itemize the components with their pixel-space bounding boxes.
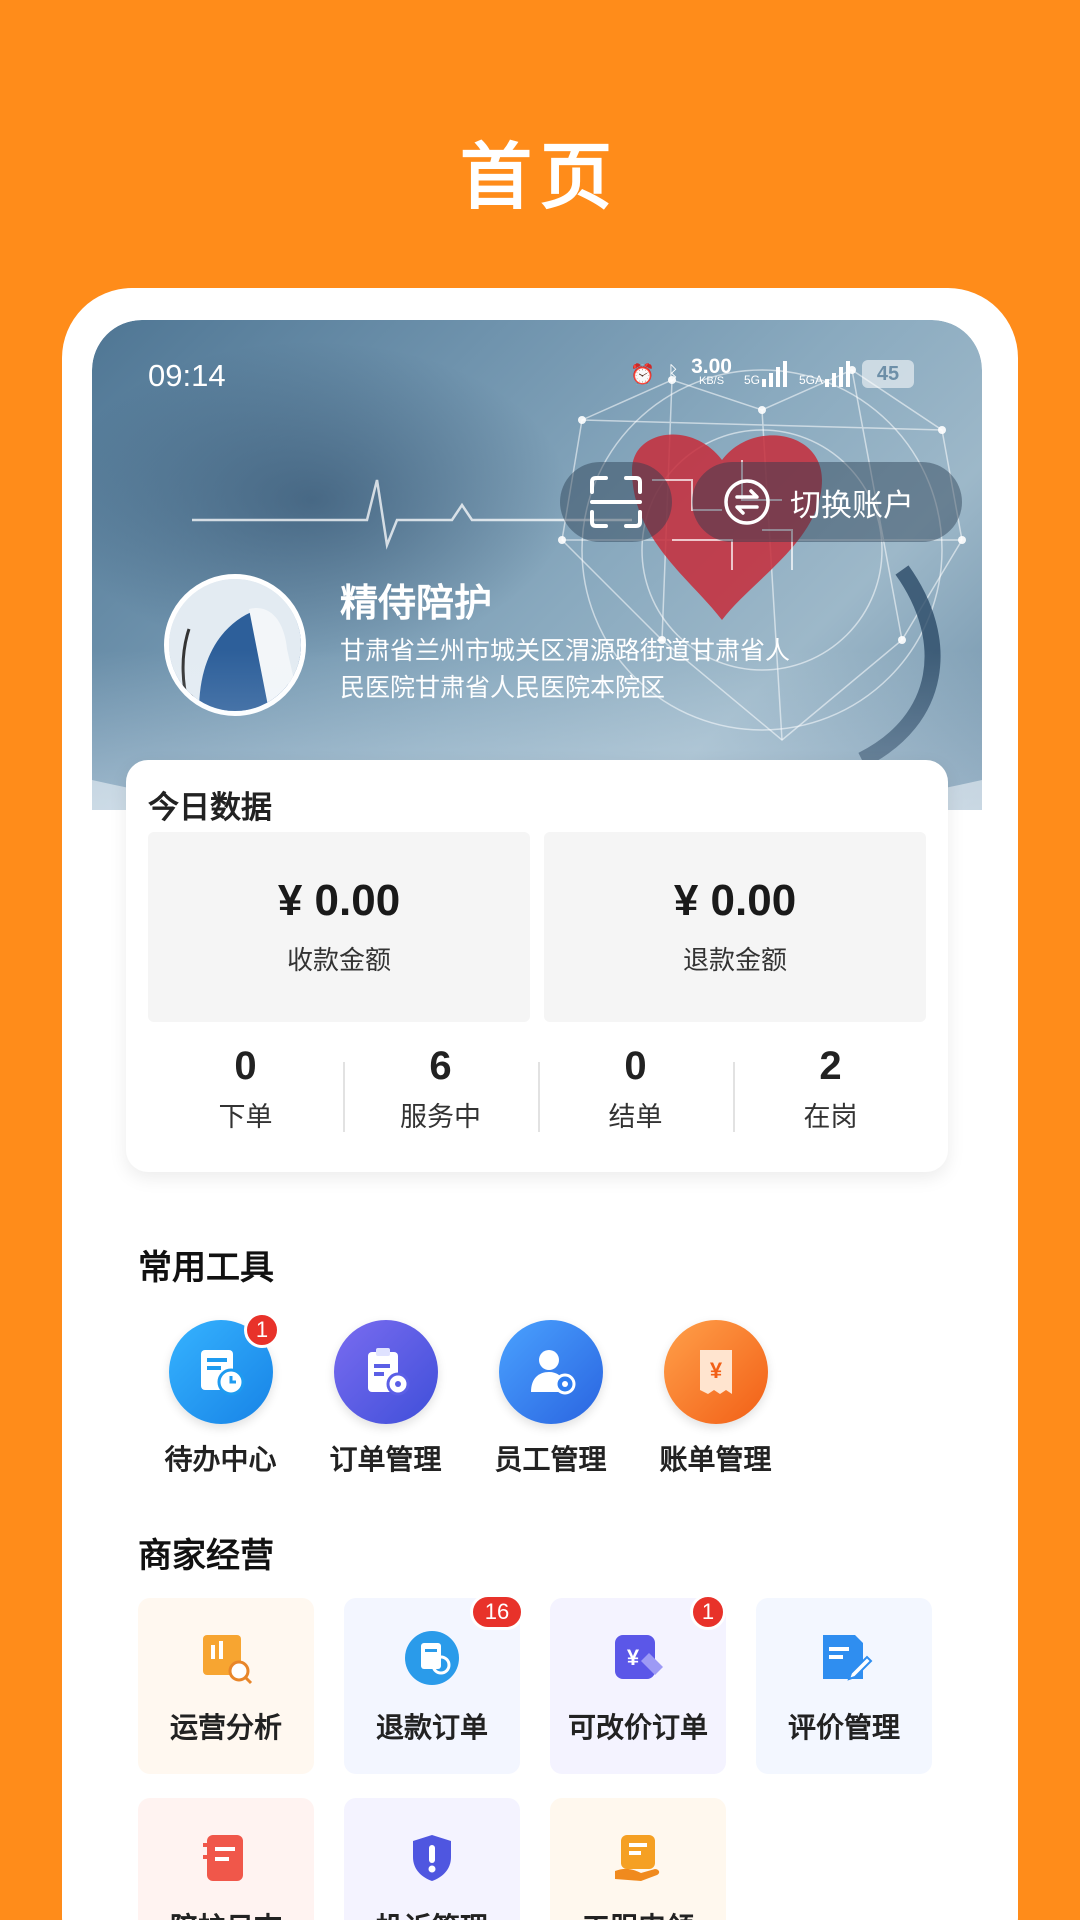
tool-label: 账单管理 [659,1443,772,1476]
stats-row: 0 下单 6 服务中 0 结单 2 在岗 [148,1044,928,1154]
analysis-icon [196,1628,256,1688]
switch-account-button[interactable]: 切换账户 [692,462,962,542]
hero-banner: 09:14 ⏰ ᛒ 3.00 KB/S 5G 5GA 45 切换账户 精侍陪护 … [92,320,982,810]
stat-label: 服务中 [400,1102,481,1133]
uniform-claim-icon [608,1828,668,1888]
received-label: 收款金额 [286,946,391,976]
stat-label: 在岗 [803,1102,858,1133]
page-title: 首页 [459,135,620,219]
scan-button[interactable] [560,462,672,542]
stat-value: 2 [819,1044,842,1088]
shop-avatar[interactable] [164,574,306,716]
biz-label: 可改价订单 [567,1711,708,1744]
biz-label: 投诉管理 [344,1906,520,1920]
stat-value: 0 [624,1044,647,1088]
app-screen: 09:14 ⏰ ᛒ 3.00 KB/S 5G 5GA 45 切换账户 精侍陪护 … [92,320,982,1920]
biz-refund-orders[interactable]: 16 退款订单 [344,1594,524,1774]
heart-network-illustration [558,366,966,768]
biz-care-log[interactable]: 陪护日志 [138,1798,314,1920]
biz-uniform-claim[interactable]: 工服申领 [550,1798,726,1920]
stat-value: 6 [429,1044,452,1088]
stat-closed[interactable]: 0 结单 [538,1044,733,1154]
tool-label: 员工管理 [494,1443,607,1476]
stat-on-duty[interactable]: 2 在岗 [733,1044,928,1154]
biz-operations-analysis[interactable]: 运营分析 [138,1598,314,1774]
signal-bars-icon [761,361,787,387]
biz-label: 评价管理 [787,1711,900,1744]
shop-name: 精侍陪护 [340,581,493,625]
battery-icon: 45 [862,360,914,388]
switch-arrows-icon [724,479,770,525]
price-edit-icon: ¥ [608,1628,668,1688]
alarm-icon: ⏰ [630,363,656,386]
stat-label: 结单 [608,1102,663,1133]
signal-5g-label: 5G [743,373,760,387]
tools-row: 1 待办中心 订单管理 员工管理 ¥ 账单管理 [138,1312,798,1478]
business-grid: 运营分析 16 退款订单 ¥ 1 可改价订单 评价管理 陪护日志 [138,1594,938,1920]
signal-5ga-label: 5GA [798,373,823,387]
bluetooth-icon: ᛒ [667,362,680,385]
biz-label: 运营分析 [169,1711,282,1744]
business-section-title: 商家经营 [138,1536,274,1576]
status-icons: ⏰ ᛒ 3.00 KB/S 5G 5GA 45 [630,355,914,388]
tool-order-management[interactable]: 订单管理 [303,1320,468,1478]
refund-icon [402,1628,462,1688]
biz-review-management[interactable]: 评价管理 [756,1598,932,1774]
refund-amount: ¥ 0.00 [673,876,797,925]
price-edit-badge: 1 [690,1594,726,1630]
tool-bill-management[interactable]: ¥ 账单管理 [633,1320,798,1478]
stat-label: 下单 [218,1102,273,1133]
stat-value: 0 [234,1044,257,1088]
biz-label: 陪护日志 [138,1906,314,1920]
tool-staff-management[interactable]: 员工管理 [468,1320,633,1478]
signal-5g: 5G [744,361,787,387]
tool-label: 订单管理 [329,1443,442,1476]
biz-label: 退款订单 [375,1711,488,1744]
received-amount: ¥ 0.00 [277,876,401,925]
review-edit-icon [814,1628,874,1688]
svg-text:¥: ¥ [627,1645,640,1670]
clipboard-gear-icon [333,1320,438,1424]
status-bar: 09:14 ⏰ ᛒ 3.00 KB/S 5G 5GA 45 [92,355,982,398]
network-speed-value: 3.00 [691,355,732,378]
tool-todo-center[interactable]: 1 待办中心 [138,1312,303,1478]
received-amount-box[interactable]: ¥ 0.00 收款金额 [148,832,530,1022]
biz-label: 工服申领 [550,1906,726,1920]
network-speed: 3.00 KB/S [691,355,732,388]
refund-amount-box[interactable]: ¥ 0.00 退款金额 [544,832,926,1022]
stat-orders[interactable]: 0 下单 [148,1044,343,1154]
user-gear-icon [498,1320,603,1424]
status-time: 09:14 [148,358,226,393]
yen-bill-icon: ¥ [663,1320,768,1424]
today-data-title: 今日数据 [148,790,272,826]
refund-badge: 16 [470,1594,524,1630]
shop-address: 甘肃省兰州市城关区渭源路街道甘肃省人民医院甘肃省人民医院本院区 [340,636,791,702]
doctor-photo [169,579,301,711]
tool-label: 待办中心 [164,1443,277,1476]
tools-section-title: 常用工具 [138,1248,274,1288]
complaint-icon [402,1828,462,1888]
refund-label: 退款金额 [682,946,787,976]
stat-in-service[interactable]: 6 服务中 [343,1044,538,1154]
todo-badge: 1 [244,1312,280,1348]
svg-text:¥: ¥ [709,1358,722,1383]
today-data-card: 今日数据 ¥ 0.00 收款金额 ¥ 0.00 退款金额 0 下单 6 服务中 … [126,760,948,1172]
biz-complaint-management[interactable]: 投诉管理 [344,1798,520,1920]
biz-price-editable-orders[interactable]: ¥ 1 可改价订单 [550,1594,726,1774]
care-log-icon [196,1828,256,1888]
signal-bars-icon-2 [825,361,850,387]
switch-account-label: 切换账户 [790,487,914,524]
signal-5ga: 5GA [799,361,850,387]
scan-icon [590,476,642,528]
